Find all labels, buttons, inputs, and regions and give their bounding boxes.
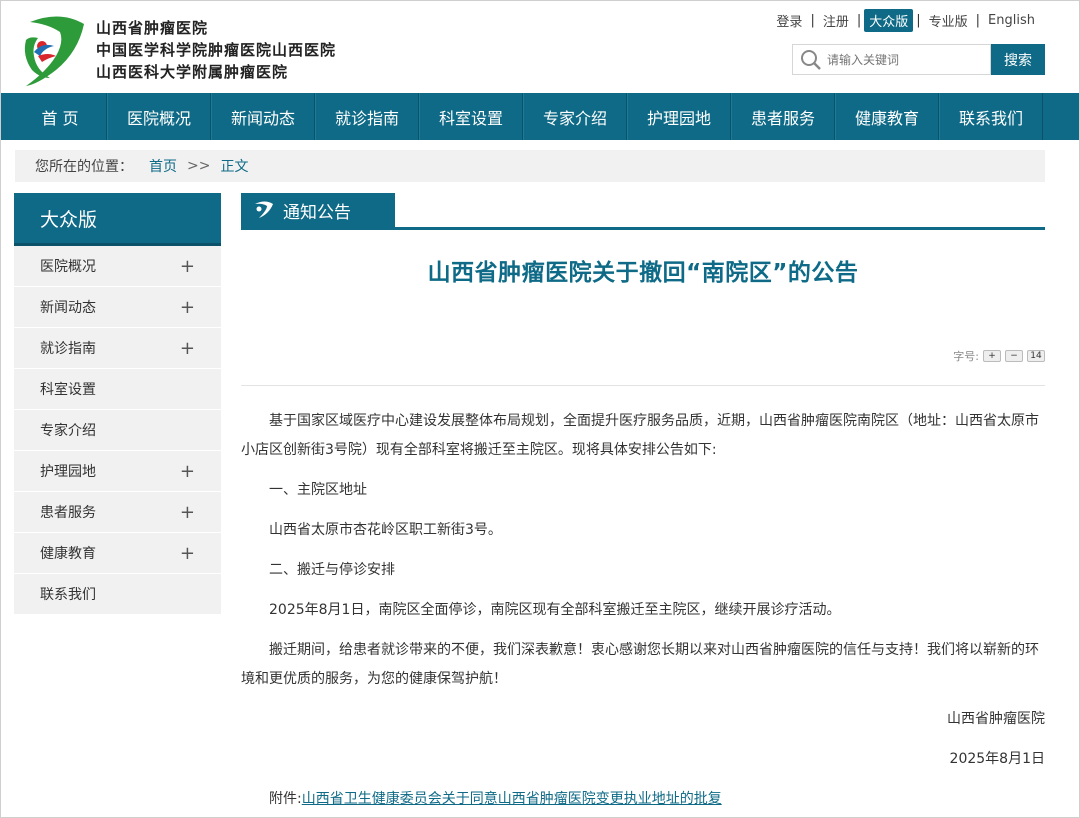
hospital-name-1: 山西省肿瘤医院 [96,19,209,37]
attachment-label: 附件: [269,791,302,807]
expand-plus-icon[interactable]: + [180,297,195,318]
nav-item-contact[interactable]: 联系我们 [939,93,1043,140]
sidebar-item-news[interactable]: 新闻动态 + [14,287,221,328]
sidebar-item-label: 健康教育 [40,546,96,562]
expand-plus-icon[interactable]: + [180,543,195,564]
nav-item-health-education[interactable]: 健康教育 [835,93,939,140]
login-link[interactable]: 登录 [771,9,807,32]
font-size-label: 字号: [953,350,979,363]
search-button[interactable]: 搜索 [991,44,1045,75]
sidebar-item-experts[interactable]: 专家介绍 [14,410,221,451]
sidebar-item-label: 患者服务 [40,505,96,521]
sidebar-item-departments[interactable]: 科室设置 [14,369,221,410]
article-paragraph: 一、主院区地址 [269,482,367,498]
font-decrease-button[interactable]: − [1005,350,1023,362]
separator: | [916,13,921,28]
article-date: 2025年8月1日 [949,751,1045,767]
hospital-name-2: 中国医学科学院肿瘤医院山西医院 [96,41,337,59]
sidebar-item-label: 科室设置 [40,382,96,398]
article-paragraph: 二、搬迁与停诊安排 [269,562,395,578]
nav-item-home[interactable]: 首 页 [14,93,107,140]
expand-plus-icon[interactable]: + [180,338,195,359]
search-input[interactable] [827,52,977,67]
nav-item-experts[interactable]: 专家介绍 [523,93,627,140]
font-increase-button[interactable]: + [983,350,1001,362]
hospital-name-3: 山西医科大学附属肿瘤医院 [96,63,289,81]
tab-logo-icon [255,201,273,218]
nav-item-news[interactable]: 新闻动态 [211,93,315,140]
search-icon [801,49,821,70]
professional-version-link[interactable]: 专业版 [924,9,973,32]
breadcrumb-current[interactable]: 正文 [220,156,248,176]
hospital-names: 山西省肿瘤医院 中国医学科学院肿瘤医院山西医院 山西医科大学附属肿瘤医院 [96,17,336,83]
article-title: 山西省肿瘤医院关于撤回“南院区”的公告 [427,260,859,286]
expand-plus-icon[interactable]: + [180,502,195,523]
sidebar-item-contact[interactable]: 联系我们 [14,574,221,615]
article-body: 基于国家区域医疗中心建设发展整体布局规划，全面提升医疗服务品质，近期，山西省肿瘤… [241,407,1045,814]
sidebar-title: 大众版 [14,193,221,246]
separator: | [975,13,981,28]
register-link[interactable]: 注册 [818,9,854,32]
divider [241,385,1045,386]
sidebar: 大众版 医院概况 + 新闻动态 + 就诊指南 + 科室设置 专家介绍 护理园地 + 患者… [14,193,221,615]
nav-item-patient-service[interactable]: 患者服务 [731,93,835,140]
sidebar-item-health-education[interactable]: 健康教育 + [14,533,221,574]
article-area: 通知公告 山西省肿瘤医院关于撤回“南院区”的公告 字号: + − 14 基于国家… [241,193,1045,807]
font-size-controls: 字号: + − 14 [953,348,1045,364]
search-bar: 搜索 [792,44,1045,75]
section-tab-bar: 通知公告 [241,193,1045,230]
attachment: 附件:山西省卫生健康委员会关于同意山西省肿瘤医院变更执业地址的批复 [241,785,1045,814]
public-version-link[interactable]: 大众版 [864,9,914,32]
search-box [792,44,991,75]
sidebar-item-overview[interactable]: 医院概况 + [14,246,221,287]
top-links: 登录 | 注册 | 大众版 | 专业版 | English [771,9,1040,32]
sidebar-item-label: 新闻动态 [40,300,96,316]
nav-item-overview[interactable]: 医院概况 [107,93,211,140]
separator: | [856,13,862,28]
article-paragraph: 搬迁期间，给患者就诊带来的不便，我们深表歉意！衷心感谢您长期以来对山西省肿瘤医院… [241,642,1039,687]
article-paragraph: 山西省太原市杏花岭区职工新街3号。 [269,522,502,538]
breadcrumb-arrow: >> [187,158,211,174]
nav-item-guide[interactable]: 就诊指南 [315,93,419,140]
sidebar-item-label: 护理园地 [40,464,96,480]
section-tab[interactable]: 通知公告 [241,193,395,227]
breadcrumb-label: 您所在的位置： [35,159,133,175]
sidebar-item-label: 就诊指南 [40,341,96,357]
article-paragraph: 2025年8月1日，南院区全面停诊，南院区现有全部科室搬迁至主院区，继续开展诊疗… [269,602,841,618]
expand-plus-icon[interactable]: + [180,256,195,277]
article-signature: 山西省肿瘤医院 [947,711,1045,727]
site-header: 山西省肿瘤医院 中国医学科学院肿瘤医院山西医院 山西医科大学附属肿瘤医院 登录 … [0,0,1080,93]
font-size-value[interactable]: 14 [1027,350,1045,362]
sidebar-item-guide[interactable]: 就诊指南 + [14,328,221,369]
sidebar-item-patient-service[interactable]: 患者服务 + [14,492,221,533]
section-tab-label: 通知公告 [283,202,351,223]
breadcrumb-home-link[interactable]: 首页 [149,156,177,176]
nav-item-nursing[interactable]: 护理园地 [627,93,731,140]
breadcrumb: 您所在的位置： 首页 >> 正文 [15,150,1045,182]
sidebar-item-label: 专家介绍 [40,423,96,439]
sidebar-item-nursing[interactable]: 护理园地 + [14,451,221,492]
attachment-link[interactable]: 山西省卫生健康委员会关于同意山西省肿瘤医院变更执业地址的批复 [302,791,722,807]
sidebar-item-label: 联系我们 [40,587,96,603]
expand-plus-icon[interactable]: + [180,461,195,482]
english-link[interactable]: English [983,11,1040,30]
hospital-logo[interactable] [20,12,88,88]
article-paragraph: 基于国家区域医疗中心建设发展整体布局规划，全面提升医疗服务品质，近期，山西省肿瘤… [241,413,1039,458]
main-nav: 首 页 医院概况 新闻动态 就诊指南 科室设置 专家介绍 护理园地 患者服务 健… [0,93,1080,140]
nav-item-departments[interactable]: 科室设置 [419,93,523,140]
sidebar-item-label: 医院概况 [40,259,96,275]
separator: | [810,13,815,28]
